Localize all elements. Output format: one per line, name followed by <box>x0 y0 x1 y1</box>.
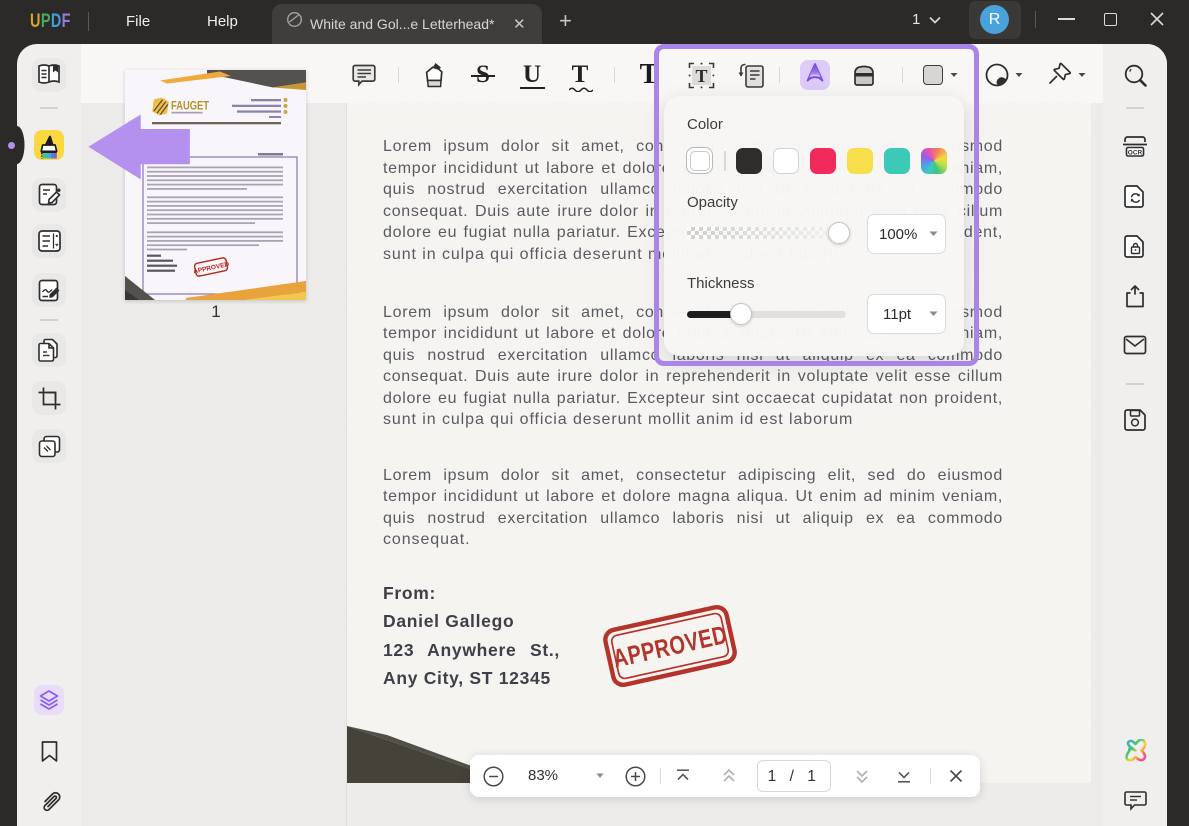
svg-text:FAUGET: FAUGET <box>171 99 210 113</box>
svg-text:OCR: OCR <box>1128 150 1143 157</box>
